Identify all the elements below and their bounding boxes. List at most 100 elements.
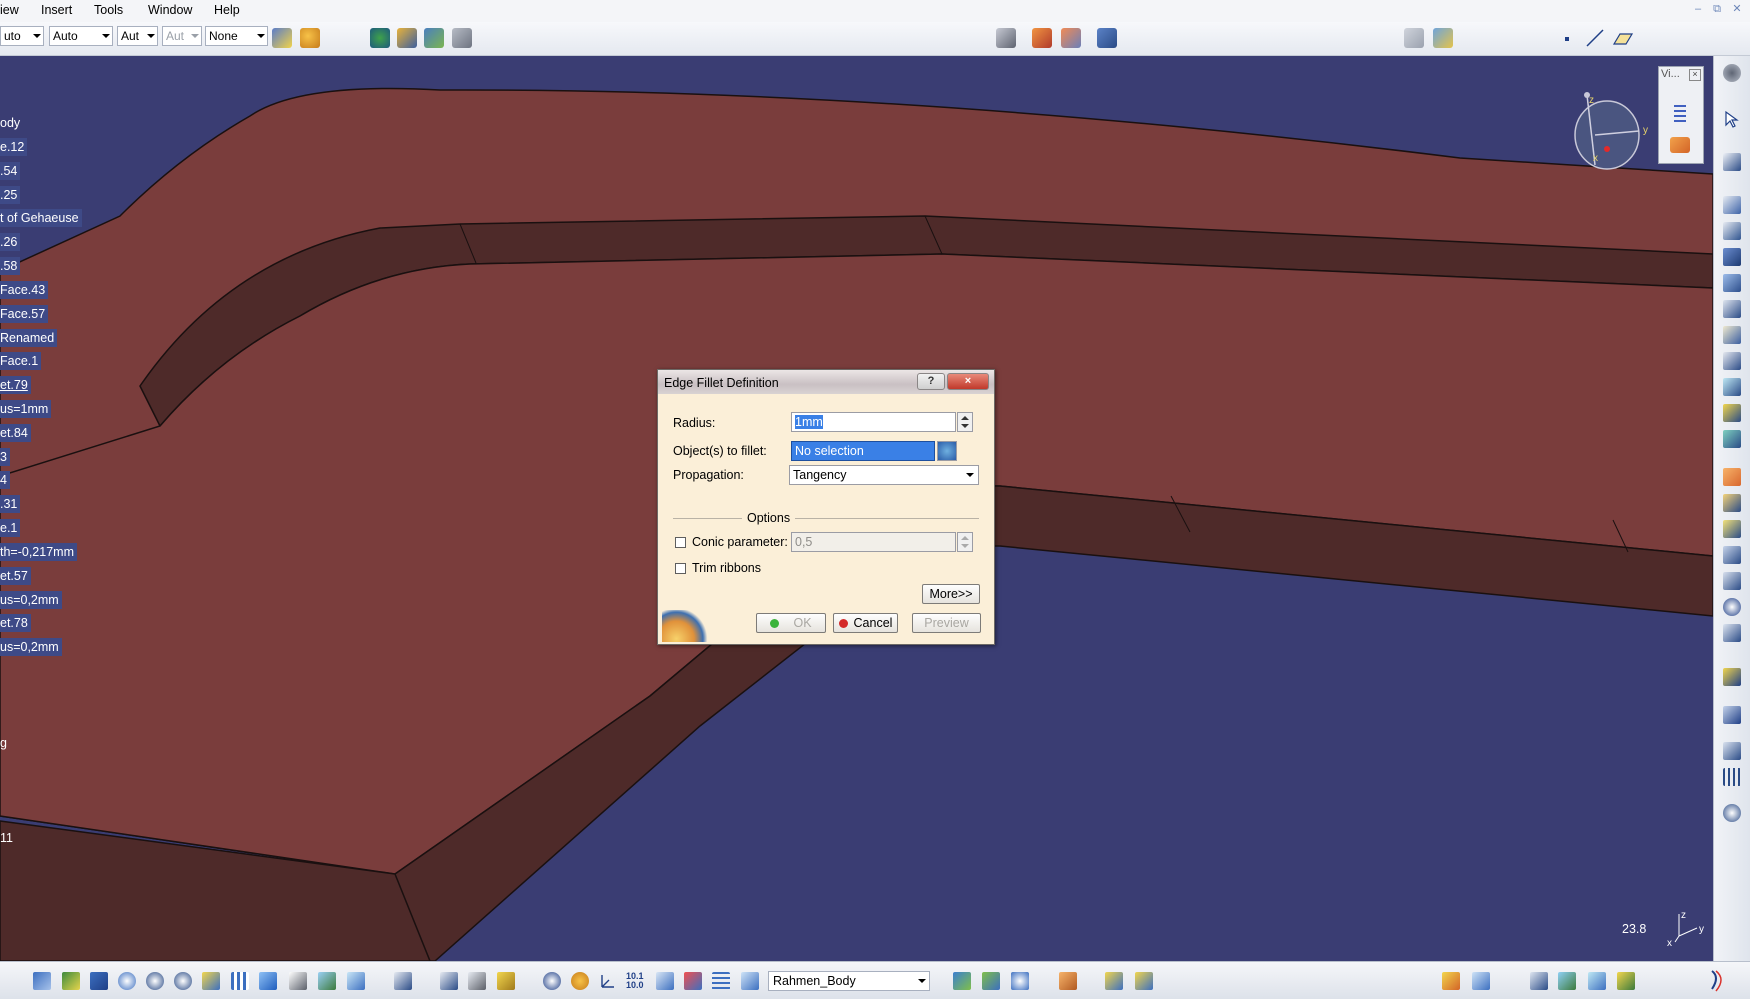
- view-list-icon[interactable]: [1674, 105, 1686, 123]
- tree-item[interactable]: e.12: [0, 138, 28, 156]
- tree-item[interactable]: et.57: [0, 567, 31, 585]
- normal-view-icon[interactable]: [202, 972, 220, 990]
- chamfer-icon[interactable]: [1723, 494, 1741, 512]
- tree-item[interactable]: 11: [0, 829, 16, 847]
- conic-input[interactable]: 0,5: [791, 532, 956, 552]
- eraser-icon[interactable]: [1588, 972, 1606, 990]
- help-icon[interactable]: [289, 972, 307, 990]
- annotation-icon[interactable]: [1059, 972, 1077, 990]
- pattern-icon[interactable]: [1723, 742, 1741, 760]
- tree-item[interactable]: .54: [0, 162, 21, 180]
- axis-icon[interactable]: [599, 972, 617, 990]
- painter-icon[interactable]: [272, 28, 292, 48]
- menu-tools[interactable]: Tools: [94, 3, 123, 17]
- thread-icon[interactable]: [1723, 598, 1741, 616]
- shading-icon[interactable]: [318, 972, 336, 990]
- tree-item[interactable]: .26: [0, 233, 21, 251]
- tree-item[interactable]: .58: [0, 257, 21, 275]
- edge-fillet-icon[interactable]: [1723, 468, 1741, 486]
- tools-palette-icon[interactable]: [953, 972, 971, 990]
- analysis-icon[interactable]: [1032, 28, 1052, 48]
- menu-window[interactable]: Window: [148, 3, 192, 17]
- tree-item[interactable]: 3: [0, 448, 10, 466]
- minimize-icon[interactable]: –: [1690, 2, 1706, 16]
- user-pattern-icon[interactable]: [1723, 768, 1741, 786]
- stiffener-icon[interactable]: [1723, 378, 1741, 396]
- insert-body-icon[interactable]: [1105, 972, 1123, 990]
- pocket-icon[interactable]: [1723, 222, 1741, 240]
- thickness-icon[interactable]: [1723, 572, 1741, 590]
- more-button[interactable]: More>>: [922, 584, 980, 604]
- scan-icon[interactable]: [1011, 972, 1029, 990]
- table-icon[interactable]: [1404, 28, 1424, 48]
- spec-icon[interactable]: [1617, 972, 1635, 990]
- hide-show-icon[interactable]: [347, 972, 365, 990]
- body-selector-combo[interactable]: Rahmen_Body: [768, 971, 930, 991]
- close-button[interactable]: ×: [947, 373, 989, 390]
- select-arrow-icon[interactable]: [1723, 110, 1741, 128]
- tree-item[interactable]: Face.1: [0, 352, 42, 370]
- axis-system-icon[interactable]: [543, 972, 561, 990]
- line-icon[interactable]: [1585, 28, 1605, 48]
- grid-icon[interactable]: 10.1 10.0: [626, 972, 644, 990]
- kinematics-icon[interactable]: [1097, 28, 1117, 48]
- tree-item[interactable]: us=1mm: [0, 400, 52, 418]
- selection-list-icon[interactable]: [937, 441, 957, 461]
- multi-view-icon[interactable]: [231, 972, 249, 990]
- scaling-icon[interactable]: [1723, 804, 1741, 822]
- view-panel-close-icon[interactable]: ×: [1689, 69, 1701, 81]
- list-icon[interactable]: [712, 972, 730, 990]
- measure-between-icon[interactable]: [440, 972, 458, 990]
- iso-view-icon[interactable]: [259, 972, 277, 990]
- gear-icon[interactable]: [1723, 64, 1741, 82]
- trim-ribbons-checkbox[interactable]: [675, 563, 686, 574]
- body-icon[interactable]: [741, 972, 759, 990]
- menu-view[interactable]: iew: [0, 3, 19, 17]
- measure-icon[interactable]: [452, 28, 472, 48]
- catalog-icon[interactable]: [996, 28, 1016, 48]
- tree-item[interactable]: .25: [0, 186, 21, 204]
- dialog-titlebar[interactable]: Edge Fillet Definition ? ×: [658, 370, 994, 394]
- restore-icon[interactable]: ⧉: [1709, 2, 1725, 16]
- tree-item[interactable]: t of Gehaeuse: [0, 209, 82, 227]
- line-type-combo[interactable]: Aut: [162, 26, 202, 46]
- update-icon[interactable]: [370, 28, 390, 48]
- ok-button[interactable]: OK: [756, 613, 826, 633]
- boolean-icon[interactable]: [1135, 972, 1153, 990]
- publication-icon[interactable]: [656, 972, 674, 990]
- layer-combo[interactable]: None: [205, 26, 268, 46]
- objects-selection-field[interactable]: No selection: [791, 441, 935, 461]
- hand-icon[interactable]: [571, 972, 589, 990]
- cancel-button[interactable]: Cancel: [833, 613, 898, 633]
- render-icon[interactable]: [1530, 972, 1548, 990]
- plane-icon[interactable]: [1612, 28, 1634, 48]
- render-style-icon[interactable]: [1670, 137, 1690, 153]
- sketch-analysis-icon[interactable]: [982, 972, 1000, 990]
- shell-icon[interactable]: [1723, 546, 1741, 564]
- tree-item[interactable]: us=0,2mm: [0, 591, 62, 609]
- draft-icon[interactable]: [1723, 520, 1741, 538]
- output-icon[interactable]: [1442, 972, 1460, 990]
- hole-icon[interactable]: [1723, 300, 1741, 318]
- rib-icon[interactable]: [1723, 326, 1741, 344]
- tree-item[interactable]: et.84: [0, 424, 31, 442]
- pad-icon[interactable]: [1723, 196, 1741, 214]
- frame-icon[interactable]: [1433, 28, 1453, 48]
- tree-item[interactable]: e.1: [0, 519, 21, 537]
- sketcher-icon[interactable]: [1723, 153, 1741, 171]
- layers-icon[interactable]: [1558, 972, 1576, 990]
- draft-analysis-icon[interactable]: [1061, 28, 1081, 48]
- tree-item[interactable]: 4: [0, 471, 10, 489]
- transparency-combo[interactable]: Auto: [49, 26, 113, 46]
- line-thickness-combo[interactable]: Aut: [117, 26, 158, 46]
- tree-item[interactable]: th=-0,217mm: [0, 543, 77, 561]
- fit-all-icon[interactable]: [62, 972, 80, 990]
- removed-section-icon[interactable]: [1723, 430, 1741, 448]
- zoom-out-icon[interactable]: [174, 972, 192, 990]
- mass-icon[interactable]: [497, 972, 515, 990]
- color-combo[interactable]: uto: [0, 26, 44, 46]
- menu-help[interactable]: Help: [214, 3, 240, 17]
- tree-item[interactable]: et.79: [0, 376, 31, 394]
- tree-item[interactable]: g: [0, 734, 10, 752]
- tree-item[interactable]: .31: [0, 495, 21, 513]
